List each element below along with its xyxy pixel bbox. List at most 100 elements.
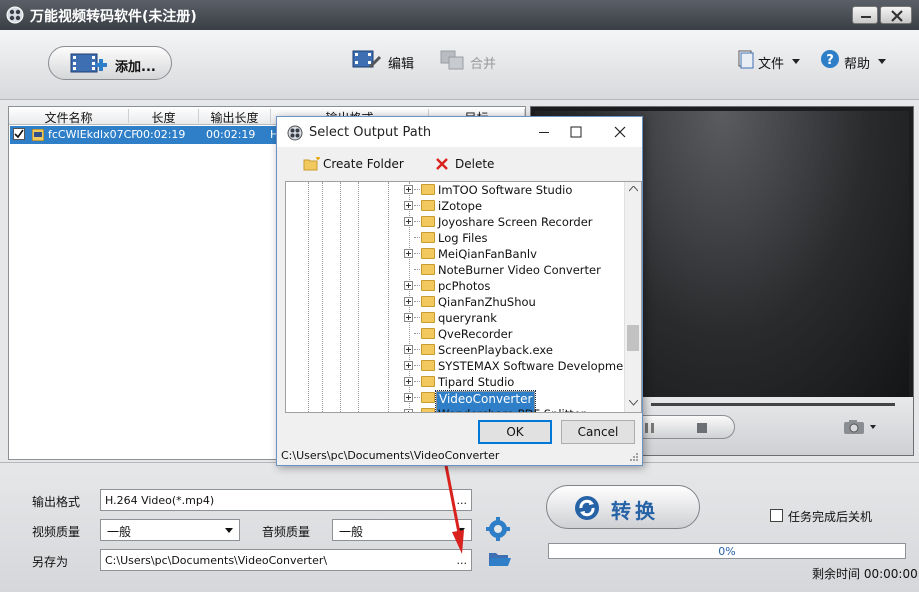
snapshot-camera-icon[interactable] (843, 419, 879, 435)
audio-quality-value: 一般 (339, 525, 364, 539)
tree-guide-line (308, 182, 309, 412)
folder-tree-item[interactable]: SYSTEMAX Software Development (404, 358, 636, 374)
folder-tree-item-label: Wondershare PDF Splitter (438, 407, 586, 412)
stop-icon[interactable] (696, 422, 708, 434)
expand-plus-icon[interactable] (404, 297, 413, 306)
close-icon[interactable] (611, 123, 629, 141)
open-folder-icon[interactable] (488, 549, 512, 569)
expand-plus-icon[interactable] (404, 345, 413, 354)
folder-tree-item-label: ImTOO Software Studio (438, 183, 573, 197)
tree-connector (414, 317, 420, 318)
expand-plus-icon[interactable] (404, 201, 413, 210)
minimize-button[interactable] (852, 6, 878, 24)
folder-tree-item[interactable]: NoteBurner Video Converter (404, 262, 634, 278)
settings-gear-icon[interactable] (486, 517, 510, 541)
add-file-button[interactable]: 添加... (48, 46, 172, 80)
folder-icon (421, 216, 435, 227)
expand-plus-icon[interactable] (404, 313, 413, 322)
dialog-title-bar: Select Output Path (277, 117, 642, 147)
folder-tree-item-label: ScreenPlayback.exe (438, 343, 553, 357)
expand-plus-icon[interactable] (404, 281, 413, 290)
video-quality-select[interactable]: 一般 (100, 519, 240, 541)
tree-connector (414, 365, 420, 366)
select-output-path-dialog: Select Output Path Create Folder Delete … (276, 116, 643, 466)
folder-tree-item[interactable]: ScreenPlayback.exe (404, 342, 634, 358)
edit-label: 编辑 (388, 57, 415, 72)
minimize-icon[interactable] (535, 123, 553, 141)
folder-tree-item[interactable]: iZotope (404, 198, 634, 214)
preview-seek-bar[interactable] (651, 403, 895, 406)
folder-icon (421, 344, 435, 355)
folder-tree-item-label: iZotope (438, 199, 483, 213)
folder-tree-item[interactable]: QianFanZhuShou (404, 294, 634, 310)
expand-plus-icon[interactable] (404, 185, 413, 194)
resize-grip-icon[interactable] (629, 452, 639, 462)
tree-connector (414, 301, 420, 302)
folder-tree-item-label: queryrank (438, 311, 497, 325)
folder-icon (421, 264, 435, 275)
folder-tree-item[interactable]: Tipard Studio (404, 374, 634, 390)
save-as-field[interactable]: C:\Users\pc\Documents\VideoConverter\ ..… (100, 549, 472, 571)
close-button[interactable] (880, 6, 912, 24)
tree-guide-line (388, 182, 389, 412)
expand-plus-icon[interactable] (404, 249, 413, 258)
column-header-length[interactable]: 长度 (129, 109, 199, 125)
cancel-button[interactable]: Cancel (561, 420, 635, 444)
expand-plus-icon[interactable] (404, 377, 413, 386)
maximize-icon[interactable] (567, 123, 585, 141)
remaining-time-value: 00:00:00 (863, 567, 918, 581)
merge-label: 合并 (470, 57, 497, 72)
convert-button[interactable]: 转换 (546, 485, 700, 529)
expand-plus-icon[interactable] (404, 361, 413, 370)
folder-tree-item[interactable]: ImTOO Software Studio (404, 182, 634, 198)
output-format-field[interactable]: H.264 Video(*.mp4) ... (100, 489, 472, 511)
svg-text:?: ? (826, 53, 834, 68)
folder-tree-item[interactable]: pcPhotos (404, 278, 634, 294)
folder-tree-item[interactable]: VideoConverter (404, 390, 634, 412)
expand-plus-icon[interactable] (404, 217, 413, 226)
folder-tree-item-label: pcPhotos (438, 279, 491, 293)
tree-guide-line (358, 182, 359, 412)
column-header-output-length[interactable]: 输出长度 (199, 109, 271, 125)
file-icon (738, 50, 754, 69)
folder-tree-item-label: SYSTEMAX Software Development (438, 359, 636, 373)
folder-tree-item-label: MeiQianFanBanlv (438, 247, 537, 261)
folder-tree-item[interactable]: QveRecorder (404, 326, 634, 342)
folder-tree-item-label: NoteBurner Video Converter (438, 263, 601, 277)
folder-tree[interactable]: ImTOO Software Studio iZotope Joyoshare Sc… (285, 181, 642, 413)
tree-connector (414, 237, 420, 238)
dialog-status-path: C:\Users\pc\Documents\VideoConverter (281, 449, 500, 462)
folder-tree-item[interactable]: Joyoshare Screen Recorder (404, 214, 634, 230)
folder-tree-item-label: Log Files (438, 231, 488, 245)
dialog-title: Select Output Path (309, 125, 432, 140)
add-video-icon (70, 53, 107, 73)
scrollbar-thumb[interactable] (627, 325, 639, 351)
folder-tree-item[interactable]: queryrank (404, 310, 634, 326)
scroll-down-icon[interactable] (629, 400, 638, 406)
chevron-down-icon (225, 528, 233, 533)
video-file-icon (32, 129, 44, 141)
folder-tree-item[interactable]: Log Files (404, 230, 634, 246)
shutdown-checkbox[interactable] (770, 509, 783, 522)
tree-scrollbar[interactable] (624, 182, 641, 412)
main-toolbar: 添加... 编辑 合并 文件 ? 帮助 (0, 30, 919, 100)
ok-button[interactable]: OK (478, 420, 552, 444)
delete-label: Delete (455, 157, 495, 171)
row-checkbox[interactable] (13, 128, 25, 140)
tree-guide-line (322, 182, 323, 412)
pause-icon[interactable] (644, 422, 656, 434)
help-icon: ? (821, 50, 839, 68)
folder-tree-item[interactable]: Wondershare PDF Splitter (404, 406, 634, 412)
delete-x-icon (436, 158, 448, 170)
expand-plus-icon[interactable] (404, 393, 413, 402)
save-as-label: 另存为 (32, 555, 69, 569)
expand-plus-icon[interactable] (404, 409, 413, 412)
column-header-name[interactable]: 文件名称 (9, 109, 129, 125)
window-title: 万能视频转码软件(未注册) (30, 9, 197, 25)
folder-tree-item-label: Joyoshare Screen Recorder (438, 215, 593, 229)
tree-connector (414, 205, 420, 206)
folder-icon (421, 248, 435, 259)
folder-tree-item[interactable]: MeiQianFanBanlv (404, 246, 634, 262)
scroll-up-icon[interactable] (629, 186, 638, 192)
output-format-value: H.264 Video(*.mp4) (105, 494, 215, 507)
